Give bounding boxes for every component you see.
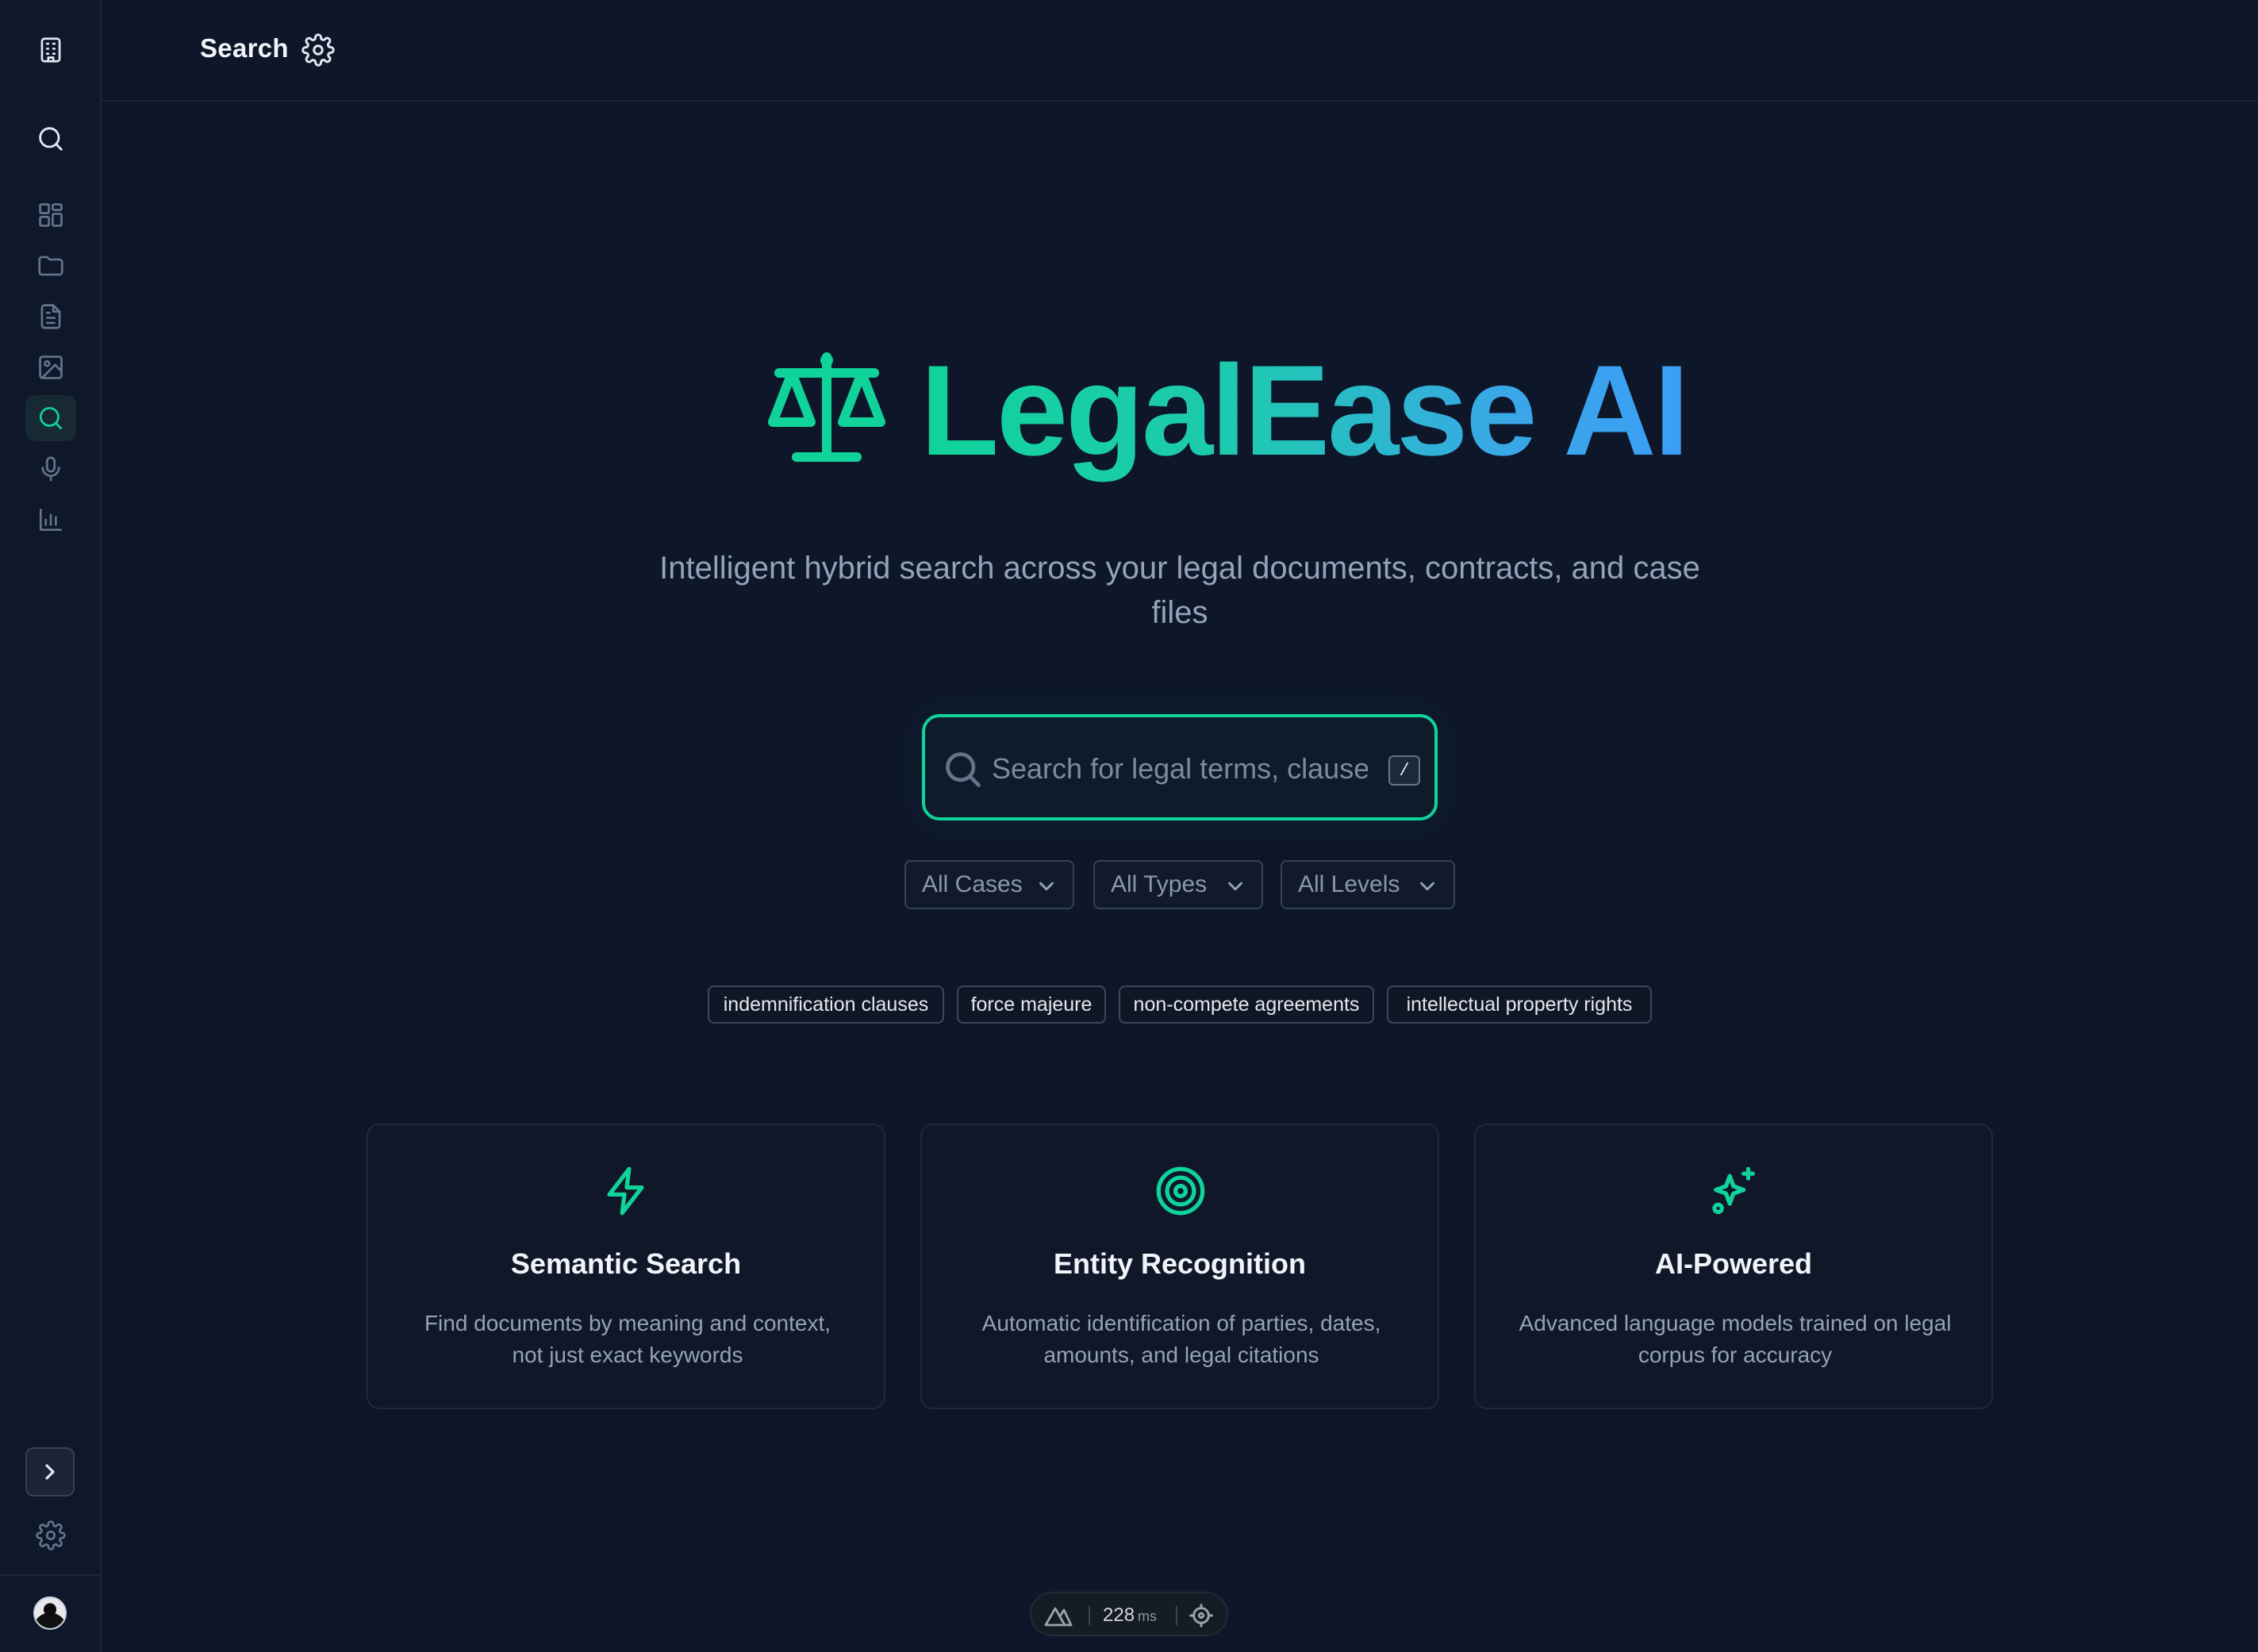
feature-description: Find documents by meaning and context, n… bbox=[424, 1311, 831, 1367]
load-time-unit: ms bbox=[1138, 1608, 1158, 1624]
search-box[interactable]: / bbox=[922, 714, 1438, 820]
toolbar-divider bbox=[1176, 1606, 1177, 1625]
shortcut-hint: / bbox=[1388, 755, 1420, 786]
feature-description: Automatic identification of parties, dat… bbox=[981, 1311, 1381, 1367]
crosshair-icon[interactable] bbox=[1189, 1603, 1214, 1628]
type-filter-label: All Types bbox=[1111, 871, 1208, 897]
suggestion-chip[interactable]: non-compete agreements bbox=[1119, 985, 1374, 1024]
suggestion-chip[interactable]: intellectual property rights bbox=[1387, 985, 1652, 1024]
sidebar-settings-icon[interactable] bbox=[25, 1512, 76, 1558]
case-filter-label: All Cases bbox=[922, 871, 1023, 897]
gear-icon[interactable] bbox=[301, 33, 335, 67]
search-icon bbox=[943, 749, 984, 790]
feature-card-ai-powered: AI-Powered Advanced language models trai… bbox=[1474, 1124, 1993, 1409]
chevron-down-icon bbox=[1035, 874, 1058, 898]
target-icon bbox=[1153, 1163, 1208, 1219]
feature-title: AI-Powered bbox=[1654, 1247, 1813, 1280]
document-icon[interactable] bbox=[25, 294, 76, 340]
bar-chart-icon[interactable] bbox=[25, 497, 76, 543]
expand-sidebar-button[interactable] bbox=[25, 1447, 75, 1496]
dev-toolbar[interactable]: 228 ms bbox=[1030, 1592, 1228, 1636]
dashboard-icon[interactable] bbox=[25, 192, 76, 238]
level-filter-select[interactable]: All Levels bbox=[1281, 860, 1455, 909]
page-title: Search bbox=[200, 33, 289, 63]
load-time-readout: 228 ms bbox=[1103, 1604, 1157, 1627]
type-filter-select[interactable]: All Types bbox=[1093, 860, 1263, 909]
top-header: Search bbox=[102, 0, 2258, 102]
chevron-down-icon bbox=[1415, 874, 1439, 898]
suggestion-chip[interactable]: indemnification clauses bbox=[708, 985, 944, 1024]
microphone-icon[interactable] bbox=[25, 446, 76, 492]
level-filter-label: All Levels bbox=[1298, 871, 1400, 897]
chevron-right-icon bbox=[45, 1464, 55, 1480]
folder-icon[interactable] bbox=[25, 243, 76, 289]
hero-subtitle: Intelligent hybrid search across your le… bbox=[659, 551, 1700, 630]
sparkles-icon bbox=[1707, 1163, 1762, 1219]
image-icon[interactable] bbox=[25, 344, 76, 390]
feature-card-entity-recognition: Entity Recognition Automatic identificat… bbox=[920, 1124, 1439, 1409]
search-nav-icon[interactable] bbox=[25, 395, 76, 441]
sidebar bbox=[0, 0, 102, 1652]
scale-icon bbox=[765, 349, 889, 467]
feature-title: Semantic Search bbox=[510, 1247, 742, 1280]
hero-title: LegalEase AI bbox=[920, 336, 1689, 486]
feature-title: Entity Recognition bbox=[1054, 1247, 1306, 1280]
building-icon[interactable] bbox=[25, 27, 76, 73]
sidebar-divider bbox=[0, 1574, 100, 1576]
case-filter-select[interactable]: All Cases bbox=[904, 860, 1074, 909]
chevron-down-icon bbox=[1223, 874, 1247, 898]
lightning-icon bbox=[599, 1163, 655, 1219]
toolbar-divider bbox=[1089, 1606, 1090, 1625]
sidebar-search-icon[interactable] bbox=[25, 116, 76, 162]
search-input[interactable] bbox=[992, 744, 1368, 793]
suggestion-chip[interactable]: force majeure bbox=[957, 985, 1106, 1024]
feature-card-semantic-search: Semantic Search Find documents by meanin… bbox=[367, 1124, 885, 1409]
feature-description: Advanced language models trained on lega… bbox=[1519, 1311, 1952, 1367]
nuxt-logo-icon[interactable] bbox=[1043, 1601, 1074, 1628]
avatar[interactable] bbox=[33, 1596, 67, 1630]
load-time-value: 228 bbox=[1103, 1604, 1135, 1626]
